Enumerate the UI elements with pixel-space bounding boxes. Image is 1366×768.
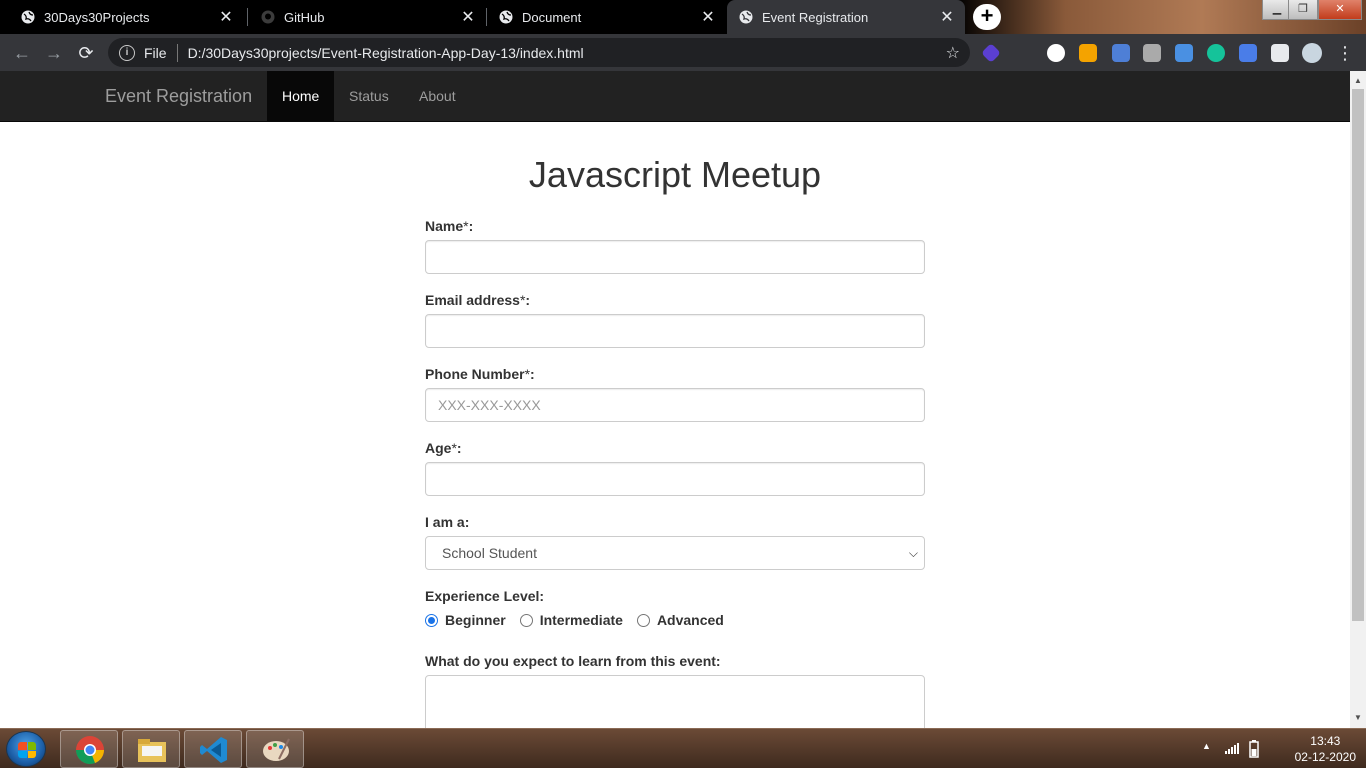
tab-document[interactable]: Document ✕ (487, 0, 726, 34)
phone-input[interactable] (425, 388, 925, 422)
address-separator (176, 43, 178, 62)
taskbar-paint[interactable] (246, 730, 304, 768)
browser-toolbar: ← → ⟳ i File D:/30Days30projects/Event-R… (0, 34, 1366, 71)
address-url: D:/30Days30projects/Event-Registration-A… (187, 44, 584, 61)
extension-icon[interactable] (1112, 44, 1130, 62)
start-button[interactable] (6, 731, 46, 767)
folder-icon (138, 739, 166, 762)
tab-30days30projects[interactable]: 30Days30Projects ✕ (0, 0, 244, 34)
email-label: Email address*: (425, 292, 531, 308)
radio-advanced[interactable]: Advanced (636, 612, 724, 628)
experience-radio-group: Beginner Intermediate Advanced (425, 612, 738, 628)
age-input[interactable] (425, 462, 925, 496)
globe-icon (738, 9, 754, 25)
info-icon[interactable]: i (119, 44, 135, 61)
extension-icon[interactable] (1079, 44, 1097, 62)
extension-icon[interactable] (1047, 44, 1065, 62)
scroll-up-icon[interactable]: ▲ (1350, 73, 1366, 89)
radio-button[interactable] (425, 613, 438, 627)
grammarly-icon[interactable] (1207, 44, 1225, 62)
forward-arrow-icon[interactable]: → (41, 40, 67, 66)
address-bar[interactable]: i File D:/30Days30projects/Event-Registr… (108, 38, 970, 67)
radio-button[interactable] (636, 613, 650, 627)
close-icon[interactable]: ✕ (937, 7, 957, 27)
tab-github[interactable]: GitHub ✕ (248, 0, 486, 34)
windows-flag-icon (18, 742, 36, 758)
extension-icon[interactable] (1143, 44, 1161, 62)
puzzle-icon[interactable] (1239, 44, 1257, 62)
expect-textarea[interactable] (425, 675, 925, 735)
extension-icon[interactable] (981, 43, 1001, 63)
github-icon (260, 9, 276, 25)
tab-title: GitHub (284, 9, 325, 25)
radio-button[interactable] (519, 613, 533, 627)
site-brand[interactable]: Event Registration (105, 86, 252, 107)
battery-icon[interactable] (1248, 740, 1260, 763)
taskbar-file-explorer[interactable] (122, 730, 180, 768)
bookmark-star-icon[interactable]: ☆ (946, 43, 960, 63)
email-input[interactable] (425, 314, 925, 348)
nav-status[interactable]: Status (334, 71, 404, 121)
tab-event-registration[interactable]: Event Registration ✕ (727, 0, 965, 34)
taskbar-chrome[interactable] (60, 730, 118, 768)
nav-home[interactable]: Home (267, 71, 335, 121)
more-menu-icon[interactable]: ⋮ (1332, 40, 1358, 66)
chevron-down-icon: ⌵ (908, 546, 918, 560)
taskbar-vscode[interactable] (184, 730, 242, 768)
back-arrow-icon[interactable]: ← (9, 40, 35, 66)
extension-icon[interactable] (1175, 44, 1193, 62)
iam-select[interactable]: School Student ⌵ (425, 536, 925, 570)
globe-icon (498, 9, 514, 25)
new-tab-button[interactable]: + (973, 4, 1001, 30)
radio-beginner[interactable]: Beginner (425, 612, 506, 628)
iam-label: I am a: (425, 514, 470, 530)
paint-palette-icon (263, 738, 290, 761)
tray-expand-icon[interactable]: ▲ (1202, 741, 1211, 751)
clock-date: 02-12-2020 (1294, 750, 1356, 764)
close-icon[interactable]: ✕ (698, 7, 718, 27)
name-input[interactable] (425, 240, 925, 274)
site-navbar: Event Registration Home Status About (0, 71, 1350, 122)
tab-title: Event Registration (762, 9, 869, 25)
tab-title: Document (522, 9, 582, 25)
extensions-puzzle-icon[interactable] (1271, 44, 1289, 62)
maximize-button[interactable]: ❐ (1288, 0, 1318, 20)
window-close-button[interactable]: ✕ (1318, 0, 1362, 20)
browser-tab-strip: 30Days30Projects ✕ GitHub ✕ Document ✕ E… (0, 0, 1366, 34)
system-clock[interactable]: 13:43 02-12-2020 (1295, 733, 1356, 765)
network-signal-icon[interactable] (1224, 741, 1240, 760)
reload-icon[interactable]: ⟳ (73, 40, 99, 66)
radio-intermediate[interactable]: Intermediate (519, 612, 623, 628)
close-icon[interactable]: ✕ (216, 7, 236, 27)
scroll-down-icon[interactable]: ▼ (1350, 710, 1366, 726)
age-label: Age*: (425, 440, 462, 456)
scroll-thumb[interactable] (1352, 89, 1364, 621)
vscode-icon (200, 737, 227, 763)
page-scrollbar[interactable]: ▲ ▼ (1350, 71, 1366, 728)
page-title: Javascript Meetup (528, 154, 822, 195)
expect-label: What do you expect to learn from this ev… (425, 653, 721, 669)
windows-taskbar: ▲ 13:43 02-12-2020 (0, 728, 1366, 768)
address-scheme: File (144, 44, 167, 61)
name-label: Name*: (425, 218, 474, 234)
chrome-icon (76, 736, 104, 764)
close-icon[interactable]: ✕ (458, 7, 478, 27)
tab-title: 30Days30Projects (44, 9, 150, 25)
experience-label: Experience Level: (425, 588, 545, 604)
phone-label: Phone Number*: (425, 366, 535, 382)
nav-about[interactable]: About (404, 71, 471, 121)
avatar[interactable] (1302, 43, 1322, 63)
globe-icon (20, 9, 36, 25)
clock-time: 13:43 (1310, 734, 1341, 748)
iam-selected-value: School Student (442, 545, 537, 561)
